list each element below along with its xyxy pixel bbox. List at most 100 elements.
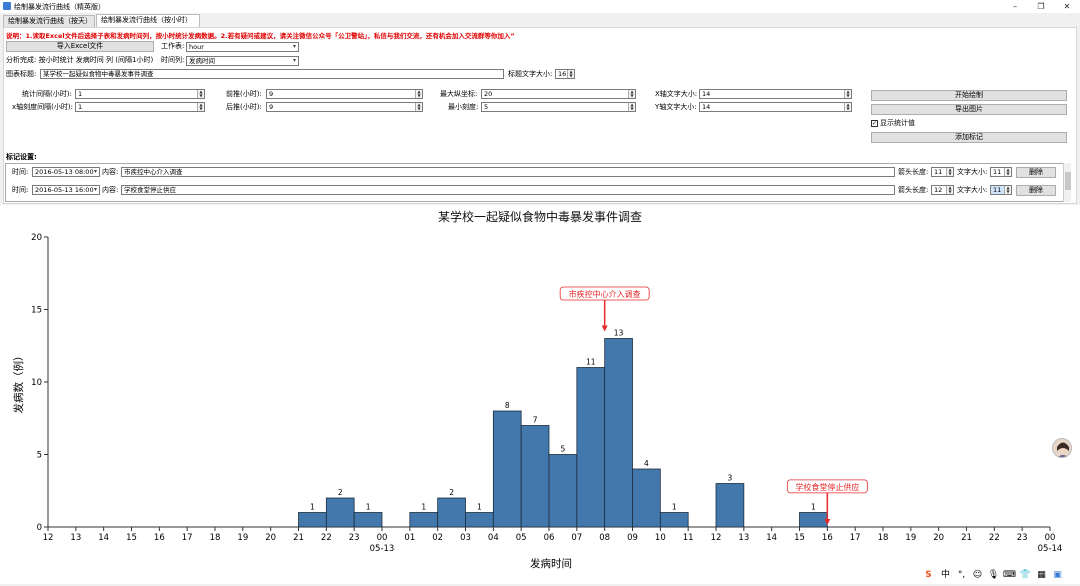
max-y-label: 最大纵坐标: (440, 90, 478, 98)
mark-delete-button[interactable]: 删除 (1016, 185, 1056, 196)
y-font-spinner[interactable]: 14 ▲ ▼ (699, 102, 852, 112)
bar-value-label: 8 (505, 401, 510, 410)
x-tick-label: 23 (1017, 533, 1028, 543)
bar-value-label: 1 (811, 503, 816, 512)
spin-arrows-icon[interactable]: ▲ ▼ (1004, 168, 1011, 176)
spin-arrows-icon[interactable]: ▲ ▼ (946, 168, 953, 176)
mark-font-spinner[interactable]: 11 ▲ ▼ (990, 185, 1012, 195)
pre-label: 前推(小时): (226, 90, 262, 98)
spin-arrows-icon[interactable]: ▲ ▼ (628, 103, 635, 111)
bar (548, 454, 578, 528)
window-title: 绘制暴发流行曲线（精英版） (14, 3, 105, 11)
spin-arrows-icon[interactable]: ▲ ▼ (415, 103, 422, 111)
spin-arrows-icon[interactable]: ▲ ▼ (1004, 186, 1011, 194)
tab-by-hour[interactable]: 绘制暴发流行曲线（按小时） (96, 14, 200, 27)
spin-arrows-icon[interactable]: ▲ ▼ (197, 90, 204, 98)
tab-by-day[interactable]: 绘制暴发流行曲线（按天） (3, 15, 95, 27)
time-column-select[interactable]: 发病时间 ▾ (186, 56, 299, 66)
x-axis-title: 发病时间 (530, 557, 572, 570)
title-font-spinner[interactable]: 16 ▲ ▼ (555, 69, 575, 79)
mark-time-picker[interactable]: 2016-05-13 08:00 ▾ (32, 167, 100, 177)
x-tick-label: 12 (43, 533, 54, 543)
mark-font-spinner[interactable]: 11 ▲ ▼ (990, 167, 1012, 177)
add-mark-button[interactable]: 添加标记 (871, 132, 1067, 143)
bar (576, 367, 606, 528)
interval-label: 统计间隔(小时): (22, 90, 72, 98)
export-image-button[interactable]: 导出图片 (871, 104, 1067, 115)
ime-logo-icon[interactable]: ▣ (1051, 569, 1064, 582)
y-tick-label: 20 (31, 233, 42, 243)
bar (659, 512, 689, 528)
assistant-avatar[interactable] (1052, 438, 1072, 458)
show-stats-checkbox[interactable]: ✓ (871, 120, 878, 127)
instruction-note: 说明：1.读取Excel文件后选择子表和发病时间列，按小时统计发病数据。2.若有… (6, 32, 515, 40)
marks-section-title: 标记设置: (6, 153, 37, 161)
x-tick-label: 10 (655, 533, 666, 543)
time-column-label: 时间列: (161, 56, 185, 64)
ime-mode[interactable]: 中 (939, 569, 952, 582)
x-tick-label: 16 (822, 533, 833, 543)
sheet-label: 工作表: (161, 42, 185, 50)
keyboard-icon[interactable]: ⌨ (1003, 569, 1016, 582)
emoji-icon[interactable]: ☺ (971, 569, 984, 582)
mark-time-picker[interactable]: 2016-05-13 16:00 ▾ (32, 185, 100, 195)
x-tick-label: 00 (1045, 533, 1056, 543)
maximize-button[interactable]: ❐ (1030, 0, 1052, 13)
interval-spinner[interactable]: 1 ▲ ▼ (75, 89, 205, 99)
spin-arrows-icon[interactable]: ▲ ▼ (844, 103, 851, 111)
bar-value-label: 4 (644, 459, 649, 468)
mark-delete-button[interactable]: 删除 (1016, 167, 1056, 178)
epidemic-curve-chart: 某学校一起疑似食物中毒暴发事件调查0510152012 13 14 15 16 17 18 1… (12, 209, 1063, 570)
x-tick-label: 15 (794, 533, 805, 543)
grid-icon[interactable]: ▦ (1035, 569, 1048, 582)
sheet-select[interactable]: hour ▾ (186, 42, 299, 52)
min-tick-spinner[interactable]: 5 ▲ ▼ (481, 102, 636, 112)
chart-title-input[interactable]: 某学校一起疑似食物中毒暴发事件调查 (40, 69, 504, 79)
bar (604, 338, 633, 528)
x-tick-label: 17 (182, 533, 193, 543)
scrollbar-thumb[interactable] (1065, 172, 1071, 190)
post-label: 后推(小时): (226, 103, 262, 111)
punctuation-icon[interactable]: °, (955, 569, 968, 582)
import-excel-button[interactable]: 导入Excel文件 (6, 41, 154, 52)
skin-icon[interactable]: 👕 (1019, 569, 1032, 582)
title-bar: 绘制暴发流行曲线（精英版） – ❐ ✕ (0, 0, 1080, 13)
x-font-spinner[interactable]: 14 ▲ ▼ (699, 89, 852, 99)
annotation-label: 学校食堂停止供应 (795, 482, 859, 492)
bar-value-label: 13 (614, 329, 624, 338)
pre-spinner[interactable]: 9 ▲ ▼ (266, 89, 423, 99)
x-tick-label: 14 (766, 533, 777, 543)
x-tick-label: 18 (210, 533, 221, 543)
spin-arrows-icon[interactable]: ▲ ▼ (844, 90, 851, 98)
mark-content-label: 内容: (102, 168, 119, 176)
mark-arrow-spinner[interactable]: 11 ▲ ▼ (931, 167, 954, 177)
x-tick-label: 05 (516, 533, 527, 543)
spin-arrows-icon[interactable]: ▲ ▼ (197, 103, 204, 111)
close-button[interactable]: ✕ (1056, 0, 1078, 13)
mark-content-input[interactable]: 学校食堂停止供应 (121, 185, 895, 195)
max-y-spinner[interactable]: 20 ▲ ▼ (481, 89, 636, 99)
minimize-button[interactable]: – (1004, 0, 1026, 13)
y-tick-label: 5 (37, 451, 42, 461)
x-tick-label: 21 (961, 533, 972, 543)
spin-arrows-icon[interactable]: ▲ ▼ (628, 90, 635, 98)
mic-icon[interactable]: 🎙 (987, 569, 1000, 582)
min-tick-label: 最小刻度: (448, 103, 479, 111)
mark-content-input[interactable]: 市疾控中心介入调查 (121, 167, 895, 177)
marks-scrollbar[interactable] (1063, 163, 1071, 202)
x-tick-spinner[interactable]: 1 ▲ ▼ (75, 102, 205, 112)
bar (409, 512, 439, 528)
date-label: 05-14 (1038, 544, 1063, 554)
spin-arrows-icon[interactable]: ▲ ▼ (567, 70, 574, 78)
x-tick-label: 22 (321, 533, 332, 543)
spin-arrows-icon[interactable]: ▲ ▼ (415, 90, 422, 98)
app-icon (3, 2, 11, 10)
post-spinner[interactable]: 9 ▲ ▼ (266, 102, 423, 112)
bar (325, 497, 355, 528)
system-tray: S 中 °, ☺ 🎙 ⌨ 👕 ▦ ▣ (918, 567, 1080, 584)
mark-arrow-spinner[interactable]: 12 ▲ ▼ (931, 185, 954, 195)
sogou-icon[interactable]: S (922, 569, 935, 582)
start-draw-button[interactable]: 开始绘制 (871, 90, 1067, 101)
mark-arrow-label: 箭头长度: (898, 168, 929, 176)
spin-arrows-icon[interactable]: ▲ ▼ (946, 186, 953, 194)
